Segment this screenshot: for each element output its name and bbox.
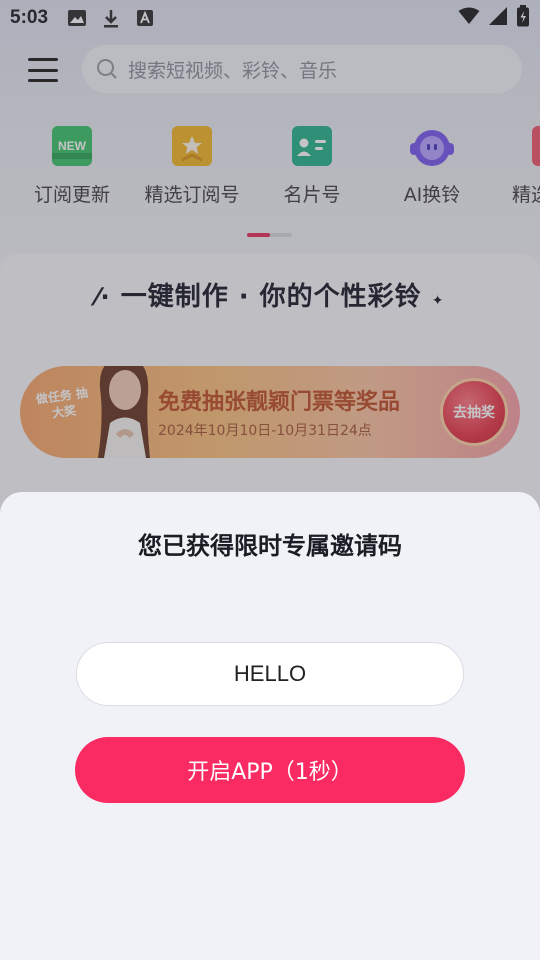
sheet-title: 您已获得限时专属邀请码: [138, 532, 402, 560]
invite-code-field[interactable]: HELLO: [76, 642, 464, 706]
open-app-button[interactable]: 开启APP（1秒）: [75, 737, 465, 803]
invite-bottom-sheet: 您已获得限时专属邀请码 HELLO 开启APP（1秒）: [0, 492, 540, 960]
